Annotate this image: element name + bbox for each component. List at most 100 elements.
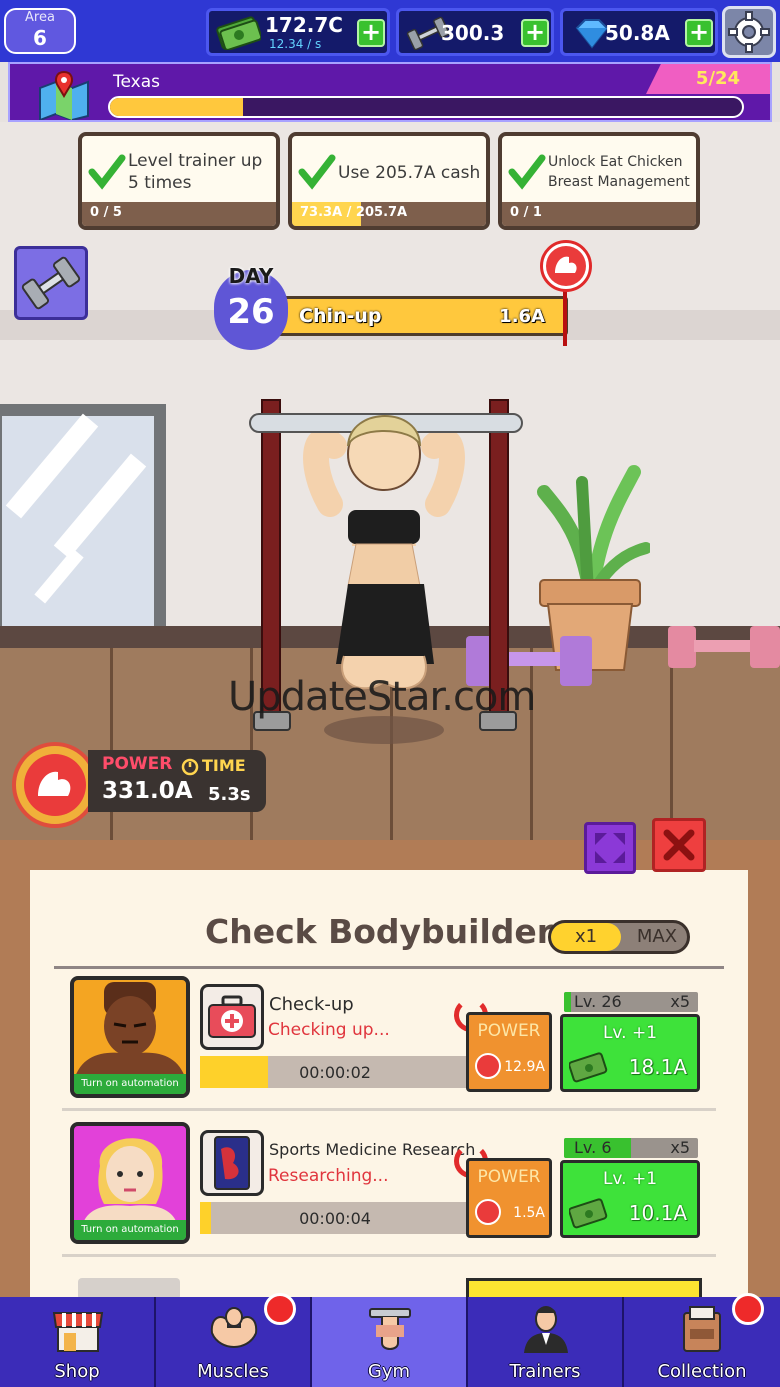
power-button-value: 1.5A (513, 1205, 545, 1221)
area-label: Area (25, 10, 55, 25)
divider (54, 966, 724, 969)
muscle-icon (210, 1307, 258, 1349)
cash-icon (216, 16, 261, 50)
task-timer: 00:00:02 (299, 1063, 371, 1082)
task-timer-bar: 00:00:02 (200, 1056, 470, 1088)
quest-card-2[interactable]: Use 205.7A cash 73.3A / 205.7A (288, 132, 490, 230)
level-up-cost: 18.1A (628, 1055, 687, 1079)
close-button[interactable] (652, 818, 706, 872)
add-cash-button[interactable]: + (357, 19, 385, 47)
muscle-icon (475, 1199, 501, 1225)
toggle-max[interactable]: MAX (627, 923, 687, 951)
quest-text: Level trainer up 5 times (128, 151, 263, 193)
nav-label: Shop (54, 1361, 100, 1382)
task-status: Researching... (268, 1166, 389, 1186)
bodybuilder-avatar-1[interactable]: Turn on automation (70, 976, 190, 1098)
cash-amount: 172.7C (265, 13, 343, 37)
stopwatch-icon (181, 758, 199, 776)
exercise-value: 1.6A (499, 306, 545, 327)
dumbbell-amount: 300.3 (441, 21, 505, 45)
power-gauge (12, 742, 98, 828)
goal-marker-stick (563, 290, 567, 346)
shop-icon (52, 1312, 104, 1352)
top-bar: Area 6 172.7C 12.34 / s + 300.3 + 50.8A … (0, 0, 780, 62)
nav-collection[interactable]: Collection (624, 1293, 780, 1387)
map-icon (39, 70, 89, 120)
task-name: Sports Medicine Research (269, 1140, 476, 1159)
level-strip: Lv. 6 x5 (564, 1138, 698, 1158)
add-dumbbell-button[interactable]: + (521, 19, 549, 47)
gear-icon (728, 11, 770, 53)
power-button[interactable]: POWER 1.5A (466, 1158, 552, 1238)
gem-counter: 50.8A + (560, 8, 718, 56)
level-text: Lv. 26 (574, 992, 622, 1011)
day-badge: DAY 26 (214, 264, 288, 350)
quest-progress-text: 0 / 1 (510, 205, 542, 220)
level-up-button[interactable]: Lv. +1 10.1A (560, 1160, 700, 1238)
panel-title: Check Bodybuilders (205, 912, 573, 951)
automation-toggle[interactable]: Turn on automation (74, 1220, 186, 1240)
quest-progress-text: 73.3A / 205.7A (300, 205, 408, 220)
exercise-progress-bar: Chin-up 1.6A (270, 296, 568, 336)
close-icon (663, 829, 695, 861)
power-label: POWER (102, 754, 173, 774)
level-multiplier: x5 (670, 992, 690, 1011)
area-value: 6 (33, 26, 47, 50)
expand-button[interactable] (584, 822, 636, 874)
research-book-icon (214, 1136, 250, 1190)
goal-marker[interactable] (540, 240, 592, 292)
bodybuilder-avatar-2[interactable]: Turn on automation (70, 1122, 190, 1244)
muscle-icon (475, 1053, 501, 1079)
level-text: Lv. 6 (574, 1138, 612, 1157)
nav-shop[interactable]: Shop (0, 1297, 156, 1387)
multiplier-toggle[interactable]: x1 MAX (548, 920, 690, 954)
level-up-label: Lv. +1 (602, 1169, 658, 1189)
cash-icon (569, 1052, 608, 1083)
nav-label: Trainers (509, 1361, 581, 1382)
nav-label: Gym (367, 1361, 411, 1382)
region-progress-bar (108, 96, 744, 118)
expand-icon (595, 833, 625, 863)
cash-icon (569, 1198, 608, 1229)
settings-button[interactable] (722, 6, 776, 58)
task-icon-1 (200, 984, 264, 1050)
notification-badge (732, 1293, 764, 1325)
notification-badge (264, 1293, 296, 1325)
gem-amount: 50.8A (605, 21, 670, 45)
power-button-label: POWER (477, 1021, 541, 1041)
region-progress-fill (110, 98, 243, 116)
task-timer: 00:00:04 (299, 1209, 371, 1228)
equipment-button[interactable] (14, 246, 88, 320)
power-button[interactable]: POWER 12.9A (466, 1012, 552, 1092)
power-button-value: 12.9A (504, 1059, 545, 1075)
check-icon (88, 154, 126, 190)
level-multiplier: x5 (670, 1138, 690, 1157)
level-up-cost: 10.1A (628, 1201, 687, 1225)
nav-muscles[interactable]: Muscles (156, 1293, 312, 1387)
cash-rate: 12.34 / s (269, 37, 322, 51)
time-label: TIME (202, 756, 246, 775)
region-count: 5/24 (646, 64, 770, 94)
quest-progress-bar: 73.3A / 205.7A (292, 202, 486, 226)
task-timer-bar: 00:00:04 (200, 1202, 470, 1234)
first-aid-kit-icon (208, 995, 256, 1038)
nav-gym[interactable]: Gym (312, 1297, 468, 1387)
level-fill (564, 992, 571, 1012)
gym-icon (369, 1308, 411, 1350)
quest-card-1[interactable]: Level trainer up 5 times 0 / 5 (78, 132, 280, 230)
row-divider (62, 1254, 716, 1257)
quest-text: Unlock Eat Chicken Breast Management (548, 154, 690, 190)
add-gem-button[interactable]: + (685, 19, 713, 47)
nav-trainers[interactable]: Trainers (468, 1297, 624, 1387)
level-up-button[interactable]: Lv. +1 18.1A (560, 1014, 700, 1092)
region-name: Texas (113, 72, 160, 92)
toggle-x1[interactable]: x1 (551, 923, 621, 951)
quest-card-3[interactable]: Unlock Eat Chicken Breast Management 0 /… (498, 132, 700, 230)
area-progress-banner[interactable]: Texas 5/24 (8, 62, 772, 122)
day-value: 26 (227, 292, 275, 332)
area-indicator[interactable]: Area 6 (4, 8, 76, 54)
power-stats: POWER 331.0A TIME 5.3s (88, 750, 266, 812)
automation-toggle[interactable]: Turn on automation (74, 1074, 186, 1094)
bodybuilder-portrait (82, 1138, 178, 1226)
day-label: DAY (228, 264, 274, 288)
